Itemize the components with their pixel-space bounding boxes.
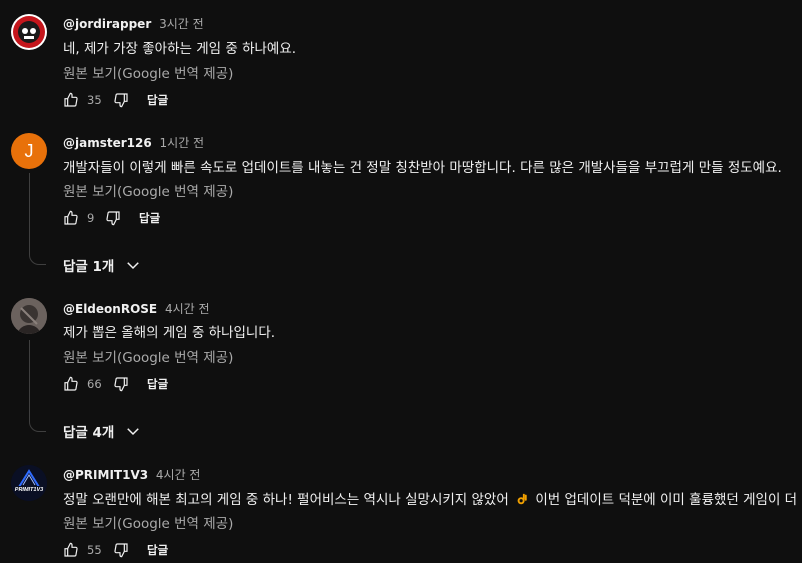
comment-time[interactable]: 3시간 전 xyxy=(159,17,204,31)
comment-author[interactable]: @EldeonROSE xyxy=(63,302,157,316)
thumbs-up-icon xyxy=(64,210,78,225)
comment-text-part: 정말 오랜만에 해본 최고의 게임 중 하나! 펄어비스는 역시나 실망시키지 … xyxy=(63,492,509,508)
see-original-link[interactable]: 원본 보기(Google 번역 제공) xyxy=(63,512,233,532)
reply-button[interactable]: 답글 xyxy=(147,542,168,558)
comment-text: 개발자들이 이렇게 빠른 속도로 업데이트를 내놓는 건 정말 칭찬받아 마땅합… xyxy=(63,160,782,176)
like-count: 35 xyxy=(87,93,102,107)
dislike-button[interactable] xyxy=(113,376,129,392)
comment-header: @jamster126 1시간 전 xyxy=(63,134,204,151)
chevron-down-icon xyxy=(127,262,140,270)
comment-author[interactable]: @PRIMIT1V3 xyxy=(63,468,148,482)
like-button[interactable]: 55 xyxy=(63,542,113,558)
comment-author[interactable]: @jamster126 xyxy=(63,136,152,150)
thumbs-down-icon xyxy=(114,543,128,558)
comment-actions: 66 답글 xyxy=(63,374,168,394)
avatar[interactable]: PRIMIT1V3 xyxy=(11,465,47,501)
thread-connector xyxy=(29,252,46,265)
replies-count-label: 답글 4개 xyxy=(63,425,115,441)
primit1v3-logo-icon: PRIMIT1V3 xyxy=(11,465,47,501)
replies-toggle-button[interactable]: 답글 4개 xyxy=(63,421,142,441)
comment-author[interactable]: @jordirapper xyxy=(63,17,151,31)
comment-time[interactable]: 1시간 전 xyxy=(160,136,205,150)
comment-actions: 9 답글 xyxy=(63,208,160,228)
reply-button[interactable]: 답글 xyxy=(147,376,168,392)
dislike-button[interactable] xyxy=(113,542,129,558)
chevron-down-icon xyxy=(127,428,140,436)
avatar[interactable] xyxy=(11,298,47,334)
avatar[interactable] xyxy=(11,14,47,50)
svg-text:PRIMIT1V3: PRIMIT1V3 xyxy=(15,487,43,493)
profile-photo-icon xyxy=(11,298,47,334)
thread-line xyxy=(29,173,30,253)
thumbs-down-icon xyxy=(106,211,120,226)
avatar-letter: J xyxy=(24,140,34,161)
see-original-link[interactable]: 원본 보기(Google 번역 제공) xyxy=(63,62,233,82)
thumbs-up-icon xyxy=(64,542,78,557)
skull-logo-icon xyxy=(13,16,45,48)
thread-line xyxy=(29,340,30,420)
like-count: 9 xyxy=(87,211,95,225)
dislike-button[interactable] xyxy=(113,92,129,108)
like-button[interactable]: 35 xyxy=(63,92,113,108)
comment-text: 정말 오랜만에 해본 최고의 게임 중 하나! 펄어비스는 역시나 실망시키지 … xyxy=(63,488,797,508)
see-original-link[interactable]: 원본 보기(Google 번역 제공) xyxy=(63,180,233,200)
thread-connector xyxy=(29,419,46,432)
thumbs-down-icon xyxy=(114,93,128,108)
thumbs-up-icon xyxy=(64,92,78,107)
comment-header: @jordirapper 3시간 전 xyxy=(63,15,204,32)
comment-time[interactable]: 4시간 전 xyxy=(165,302,210,316)
comment-actions: 35 답글 xyxy=(63,90,168,110)
replies-toggle-button[interactable]: 답글 1개 xyxy=(63,255,142,275)
dislike-button[interactable] xyxy=(105,210,121,226)
avatar[interactable]: J xyxy=(11,133,47,169)
comment-text: 네, 제가 가장 좋아하는 게임 중 하나예요. xyxy=(63,41,297,57)
comment-header: @EldeonROSE 4시간 전 xyxy=(63,300,210,317)
reply-button[interactable]: 답글 xyxy=(147,92,168,108)
comment-text-part: 이번 업데이트 덕분에 이미 훌륭했던 게임이 더 xyxy=(535,492,798,508)
like-count: 55 xyxy=(87,543,102,557)
reply-button[interactable]: 답글 xyxy=(139,210,160,226)
like-button[interactable]: 9 xyxy=(63,210,105,226)
comment-header: @PRIMIT1V3 4시간 전 xyxy=(63,466,200,483)
thumbs-down-icon xyxy=(114,377,128,392)
like-count: 66 xyxy=(87,377,102,391)
ok-hand-emoji-icon xyxy=(517,493,527,505)
replies-count-label: 답글 1개 xyxy=(63,259,115,275)
comment-text: 제가 뽑은 올해의 게임 중 하나입니다. xyxy=(63,325,276,341)
like-button[interactable]: 66 xyxy=(63,376,113,392)
see-original-link[interactable]: 원본 보기(Google 번역 제공) xyxy=(63,346,233,366)
thumbs-up-icon xyxy=(64,376,78,391)
comment-time[interactable]: 4시간 전 xyxy=(156,468,201,482)
comment-actions: 55 답글 xyxy=(63,540,168,560)
